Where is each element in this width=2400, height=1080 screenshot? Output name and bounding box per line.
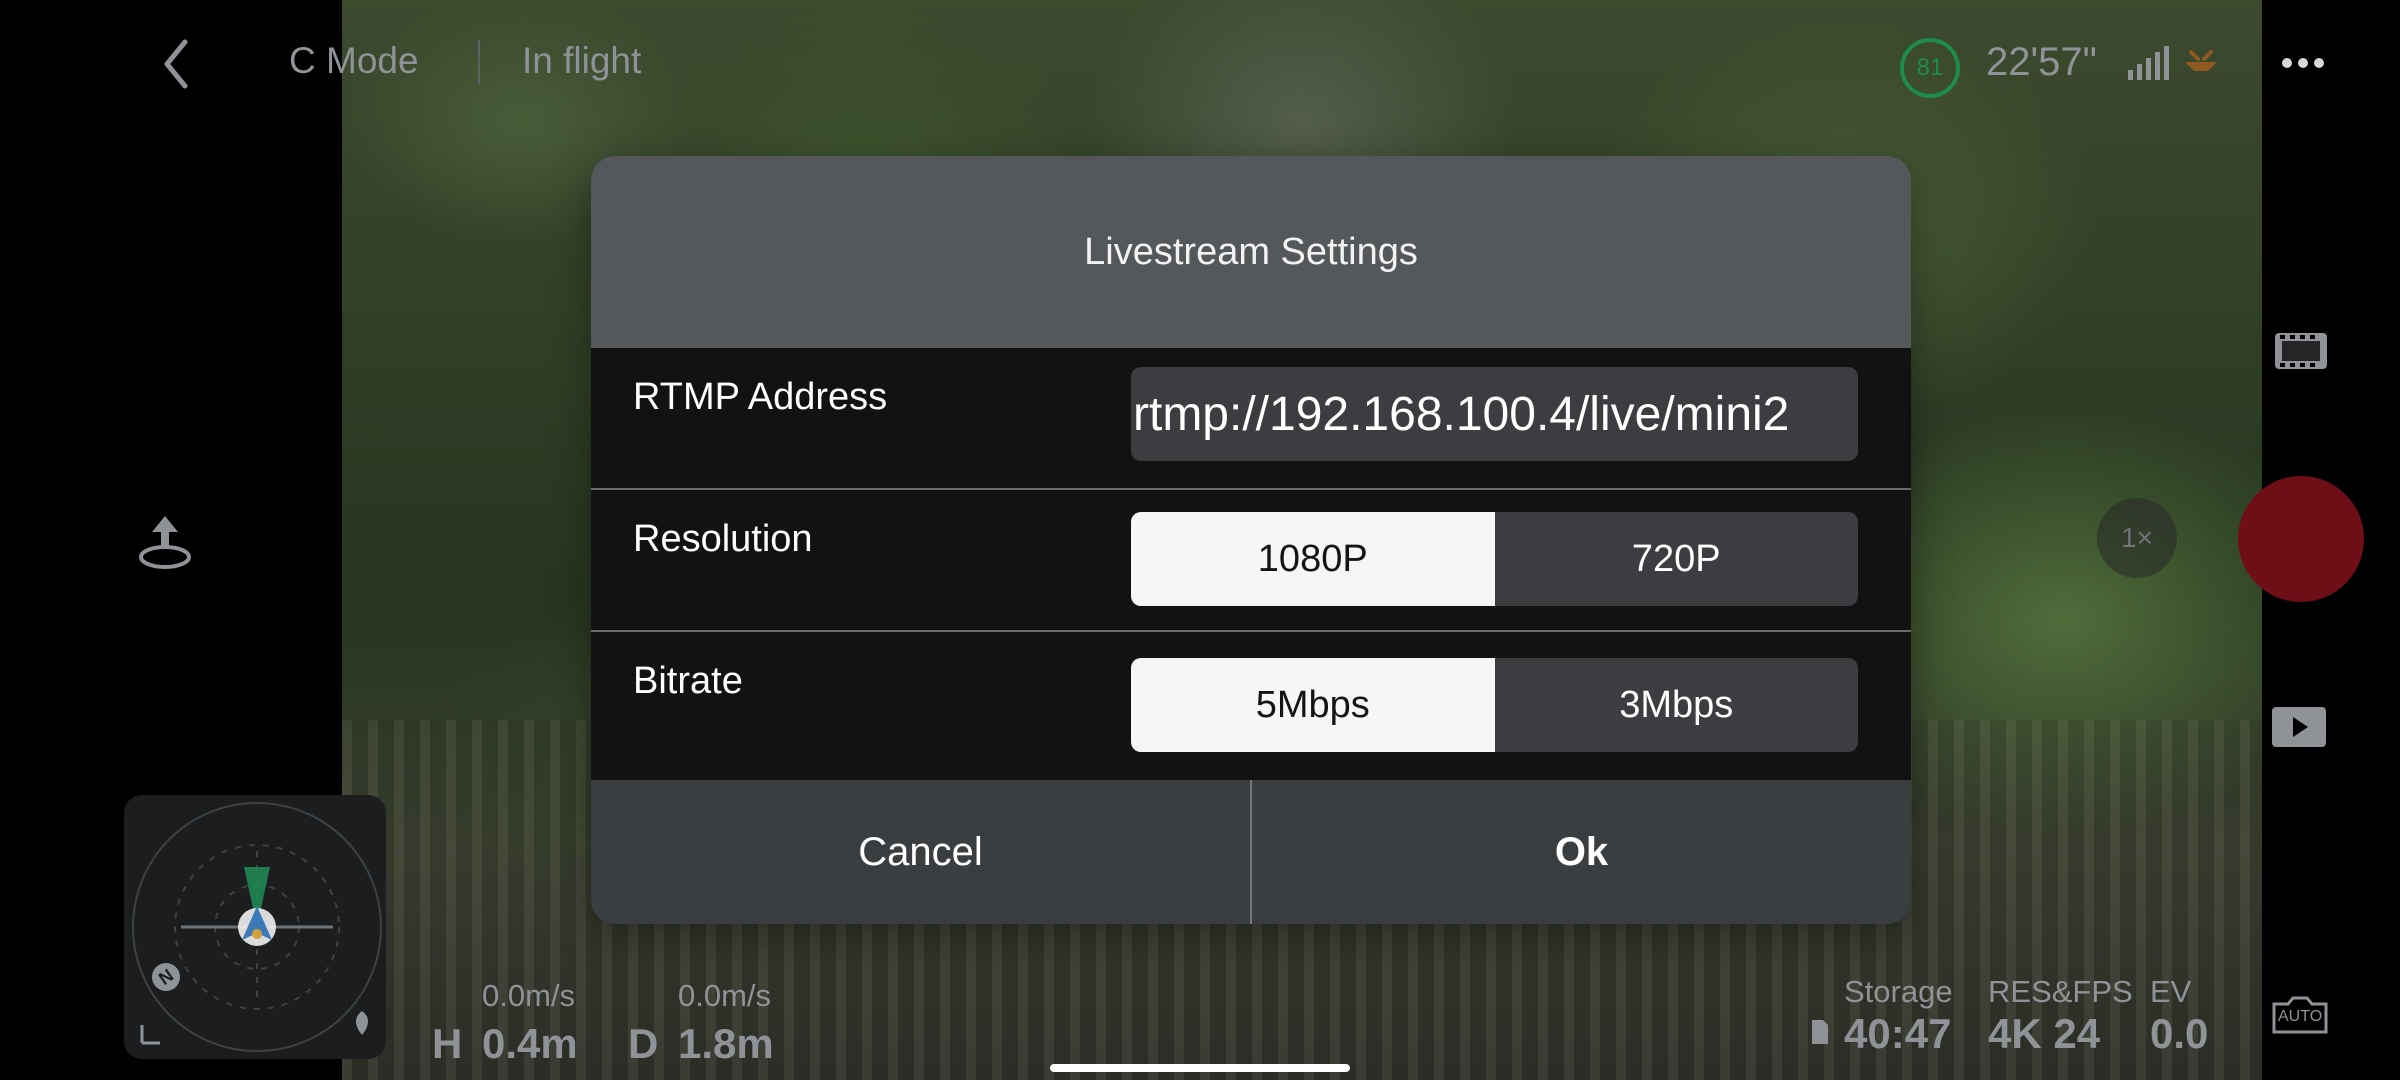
home-indicator[interactable] bbox=[1050, 1064, 1350, 1072]
zoom-level-button[interactable]: 1× bbox=[2097, 498, 2177, 578]
ok-button[interactable]: Ok bbox=[1252, 780, 1911, 924]
livestream-settings-dialog: Livestream Settings RTMP Address rtmp://… bbox=[591, 156, 1911, 924]
bitrate-option-3mbps[interactable]: 3Mbps bbox=[1495, 658, 1859, 752]
top-status-bar: C Mode In flight 81 22'57" bbox=[0, 0, 2400, 120]
resolution-option-1080p[interactable]: 1080P bbox=[1131, 512, 1495, 606]
camera-auto-icon[interactable]: AUTO bbox=[2270, 994, 2330, 1036]
bitrate-label: Bitrate bbox=[633, 660, 743, 702]
rc-signal-icon bbox=[2128, 46, 2169, 80]
resfps-label: RES&FPS bbox=[1988, 974, 2133, 1009]
resolution-label: Resolution bbox=[633, 518, 813, 560]
vertical-speed-text: 0.0m/s bbox=[678, 978, 772, 1013]
bitrate-segmented-control: 5Mbps 3Mbps bbox=[1131, 658, 1858, 752]
film-icon[interactable] bbox=[2274, 332, 2328, 370]
sd-card-icon bbox=[1812, 1020, 1828, 1044]
storage-label: Storage bbox=[1844, 974, 1953, 1009]
rtmp-address-label: RTMP Address bbox=[633, 376, 888, 418]
camera-auto-label: AUTO bbox=[2278, 1008, 2323, 1025]
more-icon[interactable] bbox=[2280, 56, 2326, 70]
dialog-footer: Cancel Ok bbox=[591, 780, 1911, 924]
dialog-title: Livestream Settings bbox=[591, 156, 1911, 348]
height-label: H bbox=[432, 1020, 463, 1067]
compass-radar bbox=[132, 802, 382, 1052]
record-button[interactable] bbox=[2238, 476, 2364, 602]
aircraft-status-icon bbox=[2185, 50, 2217, 71]
distance-label: D bbox=[628, 1020, 659, 1067]
storage-value: 40:47 bbox=[1844, 1010, 1952, 1057]
topbar-divider bbox=[478, 40, 480, 84]
back-chevron-icon[interactable] bbox=[156, 38, 196, 90]
height-value: 0.4m bbox=[482, 1020, 578, 1067]
takeoff-icon[interactable] bbox=[136, 508, 194, 572]
flight-time-text: 22'57" bbox=[1986, 40, 2097, 84]
bitrate-option-5mbps[interactable]: 5Mbps bbox=[1131, 658, 1495, 752]
battery-indicator: 81 bbox=[1900, 38, 1960, 98]
battery-percent-text: 81 bbox=[1916, 54, 1944, 81]
distance-value: 1.8m bbox=[678, 1020, 774, 1067]
ev-value: 0.0 bbox=[2150, 1010, 2209, 1057]
resolution-segmented-control: 1080P 720P bbox=[1131, 512, 1858, 606]
cancel-button[interactable]: Cancel bbox=[591, 780, 1250, 924]
flight-mode-text: C Mode bbox=[289, 40, 419, 81]
compass-panel: N bbox=[124, 795, 386, 1059]
resolution-option-720p[interactable]: 720P bbox=[1495, 512, 1859, 606]
flight-status-text: In flight bbox=[522, 40, 642, 81]
horizontal-speed-text: 0.0m/s bbox=[482, 978, 576, 1013]
rtmp-address-input[interactable]: rtmp://192.168.100.4/live/mini2 bbox=[1131, 367, 1858, 461]
playback-icon[interactable] bbox=[2271, 706, 2327, 748]
ev-label: EV bbox=[2150, 974, 2192, 1009]
resfps-value: 4K 24 bbox=[1988, 1010, 2101, 1057]
